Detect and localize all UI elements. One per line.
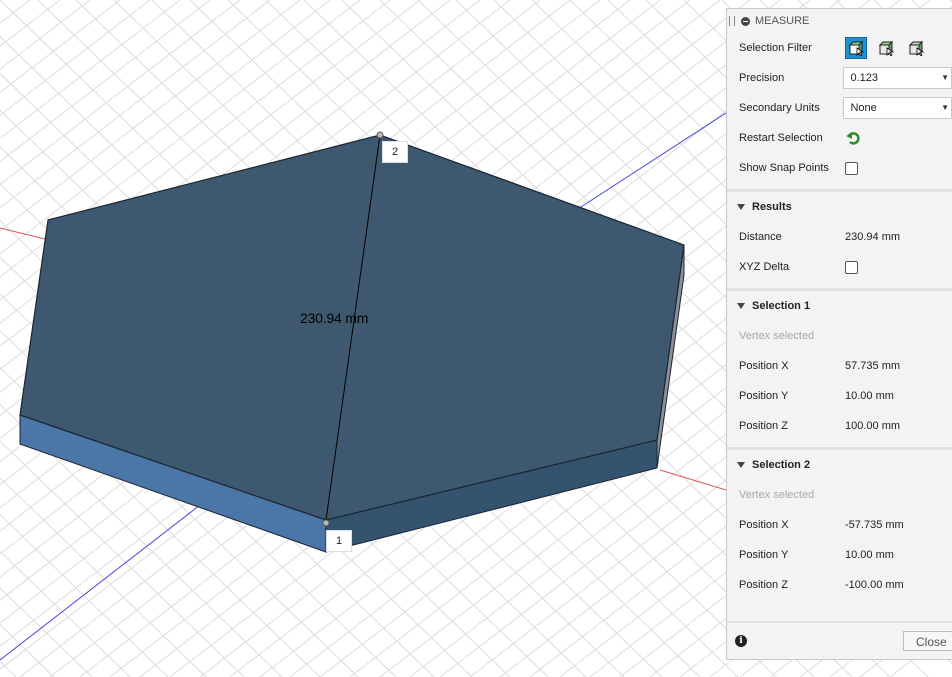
panel-footer: i Close [727, 621, 952, 659]
selection2-header: Selection 2 [752, 459, 811, 471]
z-axis-line-lower [0, 504, 201, 661]
xyz-delta-row: XYZ Delta [727, 252, 952, 282]
selection-filter-label: Selection Filter [739, 42, 812, 54]
restart-arrow-icon[interactable] [845, 130, 861, 146]
selection2-y-label: Position Y [739, 549, 789, 561]
selection2-y-value: 10.00 mm [845, 549, 894, 561]
vertex-filter-icon[interactable] [845, 37, 867, 59]
selection1-y-label: Position Y [739, 390, 789, 402]
panel-header[interactable]: MEASURE [727, 9, 952, 33]
selection2-status-row: Vertex selected [727, 480, 952, 510]
measure-panel: MEASURE Selection Filter Precision 0.123… [726, 8, 952, 660]
precision-dropdown[interactable]: 0.123 ▼ [843, 67, 952, 89]
precision-row: Precision 0.123 ▼ [727, 63, 952, 93]
panel-title: MEASURE [755, 15, 810, 27]
selection2-z-row: Position Z -100.00 mm [727, 570, 952, 600]
selection1-header: Selection 1 [752, 300, 811, 312]
secondary-units-value: None [850, 102, 877, 114]
selection2-status: Vertex selected [739, 489, 815, 501]
body-filter-icon[interactable] [905, 37, 927, 59]
collapse-triangle-icon [737, 303, 745, 309]
results-header: Results [752, 201, 792, 213]
selection1-z-row: Position Z 100.00 mm [727, 411, 952, 441]
selection1-z-value: 100.00 mm [845, 420, 901, 432]
point-1-label: 1 [326, 530, 352, 552]
selection2-section-header[interactable]: Selection 2 [727, 447, 952, 480]
secondary-units-row: Secondary Units None ▼ [727, 93, 952, 123]
distance-row: Distance 230.94 mm [727, 222, 952, 252]
selection1-status-row: Vertex selected [727, 321, 952, 351]
vertex-marker-2[interactable] [376, 131, 384, 139]
distance-value: 230.94 mm [845, 231, 901, 243]
edge-filter-icon[interactable] [875, 37, 897, 59]
selection1-section-header[interactable]: Selection 1 [727, 288, 952, 321]
xyz-delta-checkbox[interactable] [845, 260, 858, 274]
vertex-marker-1[interactable] [322, 519, 330, 527]
selection2-x-value: -57.735 mm [845, 519, 904, 531]
precision-label: Precision [739, 72, 785, 84]
collapse-icon[interactable] [741, 16, 750, 26]
selection1-x-row: Position X 57.735 mm [727, 351, 952, 381]
selection1-x-label: Position X [739, 360, 789, 372]
chevron-down-icon: ▼ [941, 103, 949, 112]
xyz-delta-label: XYZ Delta [739, 261, 790, 273]
selection2-z-value: -100.00 mm [845, 579, 904, 591]
selection2-x-label: Position X [739, 519, 789, 531]
collapse-triangle-icon [737, 462, 745, 468]
collapse-triangle-icon [737, 204, 745, 210]
selection1-z-label: Position Z [739, 420, 788, 432]
secondary-units-dropdown[interactable]: None ▼ [843, 97, 952, 119]
restart-selection-label: Restart Selection [739, 132, 823, 144]
selection1-y-value: 10.00 mm [845, 390, 894, 402]
selection2-z-label: Position Z [739, 579, 788, 591]
selection1-y-row: Position Y 10.00 mm [727, 381, 952, 411]
selection2-y-row: Position Y 10.00 mm [727, 540, 952, 570]
show-snap-points-checkbox[interactable] [845, 161, 858, 175]
show-snap-points-row: Show Snap Points [727, 153, 952, 183]
secondary-units-label: Secondary Units [739, 102, 820, 114]
restart-selection-row: Restart Selection [727, 123, 952, 153]
point-2-label: 2 [382, 141, 408, 163]
show-snap-points-label: Show Snap Points [739, 162, 829, 174]
drag-grip-icon[interactable] [729, 16, 735, 26]
selection2-x-row: Position X -57.735 mm [727, 510, 952, 540]
selection1-x-value: 57.735 mm [845, 360, 901, 372]
precision-value: 0.123 [850, 72, 878, 84]
chevron-down-icon: ▼ [941, 73, 949, 82]
measurement-label: 230.94 mm [300, 310, 369, 326]
close-button[interactable]: Close [903, 631, 952, 651]
distance-label: Distance [739, 231, 782, 243]
selection-filter-row: Selection Filter [727, 33, 952, 63]
selection1-status: Vertex selected [739, 330, 815, 342]
results-section-header[interactable]: Results [727, 189, 952, 222]
info-icon[interactable]: i [735, 635, 747, 647]
